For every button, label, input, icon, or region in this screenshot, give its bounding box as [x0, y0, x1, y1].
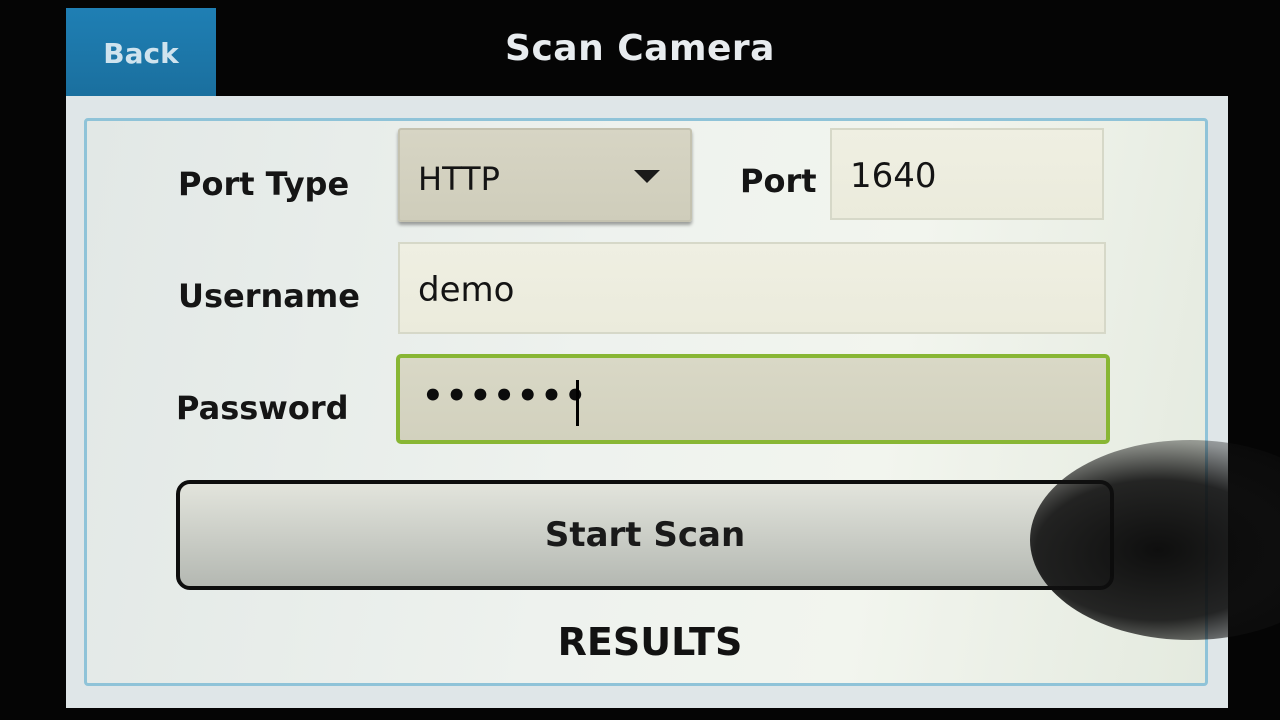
username-input[interactable]: demo	[398, 242, 1106, 334]
page-title: Scan Camera	[505, 28, 775, 69]
port-type-label: Port Type	[178, 165, 350, 203]
results-heading: RESULTS	[557, 620, 743, 664]
port-input[interactable]: 1640	[830, 128, 1104, 220]
start-scan-button[interactable]: Start Scan	[176, 480, 1114, 590]
username-input-value: demo	[418, 270, 515, 310]
scan-camera-screen: Back Scan Camera Port Type HTTP Port 164…	[0, 0, 1280, 720]
password-label: Password	[176, 389, 349, 427]
port-input-value: 1640	[850, 156, 937, 196]
back-button[interactable]: Back	[66, 8, 216, 98]
password-input[interactable]: •••••••	[396, 354, 1110, 444]
text-cursor	[576, 380, 579, 426]
port-label: Port	[740, 162, 817, 200]
username-label: Username	[178, 277, 360, 315]
port-type-dropdown[interactable]: HTTP	[398, 128, 692, 222]
password-masked-value: •••••••	[422, 376, 589, 416]
dropdown-caret-icon	[634, 170, 660, 183]
port-type-selected-value: HTTP	[418, 160, 500, 198]
